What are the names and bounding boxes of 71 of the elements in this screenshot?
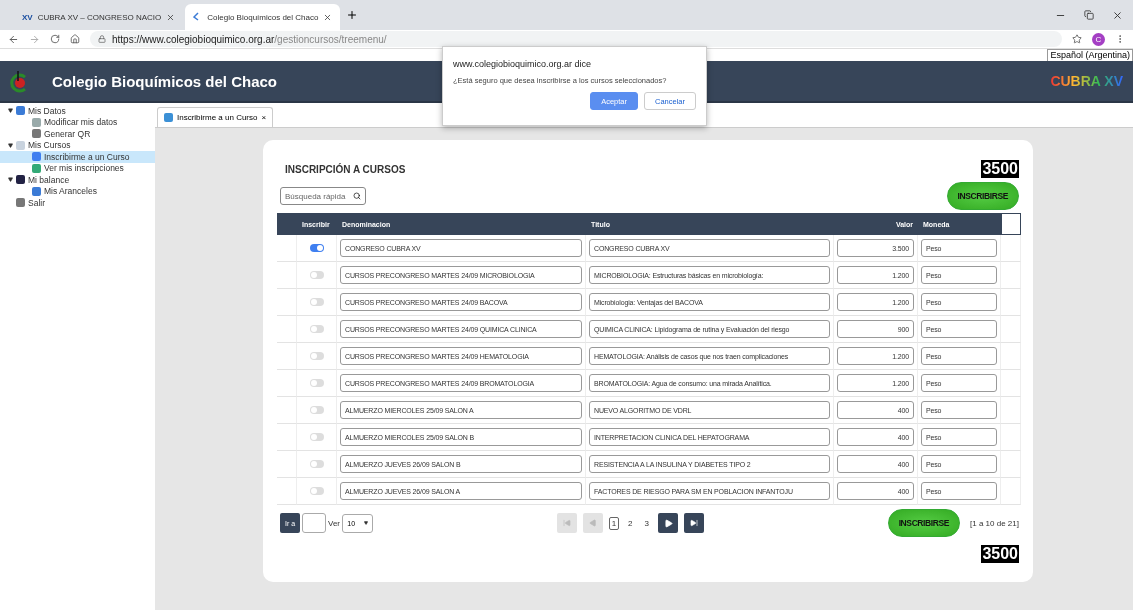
last-page-icon — [690, 519, 698, 527]
total-amount: 3500 — [981, 160, 1019, 178]
enroll-toggle[interactable] — [309, 487, 324, 495]
enroll-toggle[interactable] — [309, 271, 324, 279]
enroll-toggle[interactable] — [309, 244, 324, 252]
enroll-button[interactable]: INSCRIBIRSE — [887, 509, 961, 537]
bookmark-star-icon[interactable] — [1072, 34, 1082, 44]
home-icon[interactable] — [70, 34, 80, 44]
page-link[interactable]: 3 — [641, 516, 652, 530]
browser-tab[interactable]: XV CUBRA XV – CONGRESO NACIO — [14, 4, 184, 30]
url-host: https://www.colegiobioquimico.org.ar — [112, 33, 275, 45]
sidebar-item[interactable]: Mi balance — [0, 174, 155, 186]
sidebar-item[interactable]: Ver mis inscripciones — [0, 162, 155, 174]
header-cell — [1001, 213, 1021, 235]
tab-label: Inscribirme a un Curso — [177, 113, 258, 122]
card-title: INSCRIPCIÓN A CURSOS — [285, 164, 406, 175]
sidebar-item[interactable]: Inscribirme a un Curso — [0, 151, 155, 163]
reload-icon[interactable] — [50, 34, 60, 44]
sidebar-item[interactable]: Mis Datos — [0, 105, 155, 117]
enroll-toggle[interactable] — [309, 460, 324, 468]
enroll-toggle[interactable] — [309, 352, 324, 360]
sidebar-item[interactable]: Mis Aranceles — [0, 185, 155, 197]
restore-icon[interactable] — [1084, 9, 1094, 20]
new-tab-icon[interactable] — [346, 9, 359, 21]
page-input[interactable] — [302, 513, 326, 533]
address-bar[interactable]: https://www.colegiobioquimico.org.ar/gestioncursos/treemenu/ — [90, 31, 1062, 47]
record-range: [1 a 10 de 21] — [970, 518, 1019, 528]
enroll-button[interactable]: INSCRIBIRSE — [946, 182, 1019, 210]
expand-icon[interactable] — [8, 108, 13, 114]
lock-icon — [98, 35, 106, 43]
tab-title: CUBRA XV – CONGRESO NACIO — [37, 12, 162, 22]
tab-close[interactable]: × — [261, 113, 267, 122]
view-label: Ver — [328, 518, 340, 528]
enroll-toggle[interactable] — [309, 379, 324, 387]
back-icon[interactable] — [8, 33, 19, 45]
enroll-toggle[interactable] — [309, 298, 324, 306]
enroll-toggle[interactable] — [309, 406, 324, 414]
page-link[interactable]: 1 — [608, 516, 620, 530]
close-icon[interactable] — [1112, 9, 1123, 21]
close-icon[interactable] — [166, 12, 176, 22]
caret-icon — [363, 521, 368, 525]
browser-tab[interactable]: Colegio Bioquímicos del Chaco — [185, 4, 341, 30]
tab-icon — [164, 113, 173, 122]
content-tab[interactable]: Inscribirme a un Curso × — [157, 107, 274, 127]
enroll-toggle[interactable] — [309, 325, 324, 333]
next-page-button[interactable] — [658, 513, 678, 533]
tab-favicon: XV — [22, 12, 33, 22]
close-icon[interactable] — [323, 12, 333, 22]
sidebar-item[interactable]: Salir — [0, 197, 155, 209]
profile-avatar[interactable]: C — [1092, 32, 1105, 46]
dialog-title: www.colegiobioquimico.org.ar dice — [453, 59, 593, 69]
congress-logo: CUBRA XV — [1050, 73, 1123, 89]
first-page-icon — [562, 519, 571, 527]
sidebar-item[interactable]: Generar QR — [0, 128, 155, 140]
expand-icon[interactable] — [8, 142, 13, 148]
header-cell — [277, 213, 297, 235]
enroll-toggle[interactable] — [309, 433, 324, 441]
expand-icon[interactable] — [8, 177, 13, 183]
previous-icon — [588, 519, 597, 527]
last-page-button[interactable] — [684, 513, 704, 533]
tab-title: Colegio Bioquímicos del Chaco — [207, 12, 319, 22]
next-icon — [663, 518, 673, 528]
site-title: Colegio Bioquímicos del Chaco — [52, 72, 278, 90]
search-icon — [353, 192, 361, 200]
sidebar-item[interactable]: Modificar mis datos — [0, 116, 155, 128]
total-amount: 3500 — [981, 545, 1019, 563]
url-path: /gestioncursos/treemenu/ — [274, 33, 387, 45]
page-link[interactable]: 2 — [625, 516, 636, 530]
search-field[interactable]: Búsqueda rápida — [280, 187, 366, 205]
forward-icon[interactable] — [29, 33, 40, 45]
sidebar-item[interactable]: Mis Cursos — [0, 139, 155, 151]
